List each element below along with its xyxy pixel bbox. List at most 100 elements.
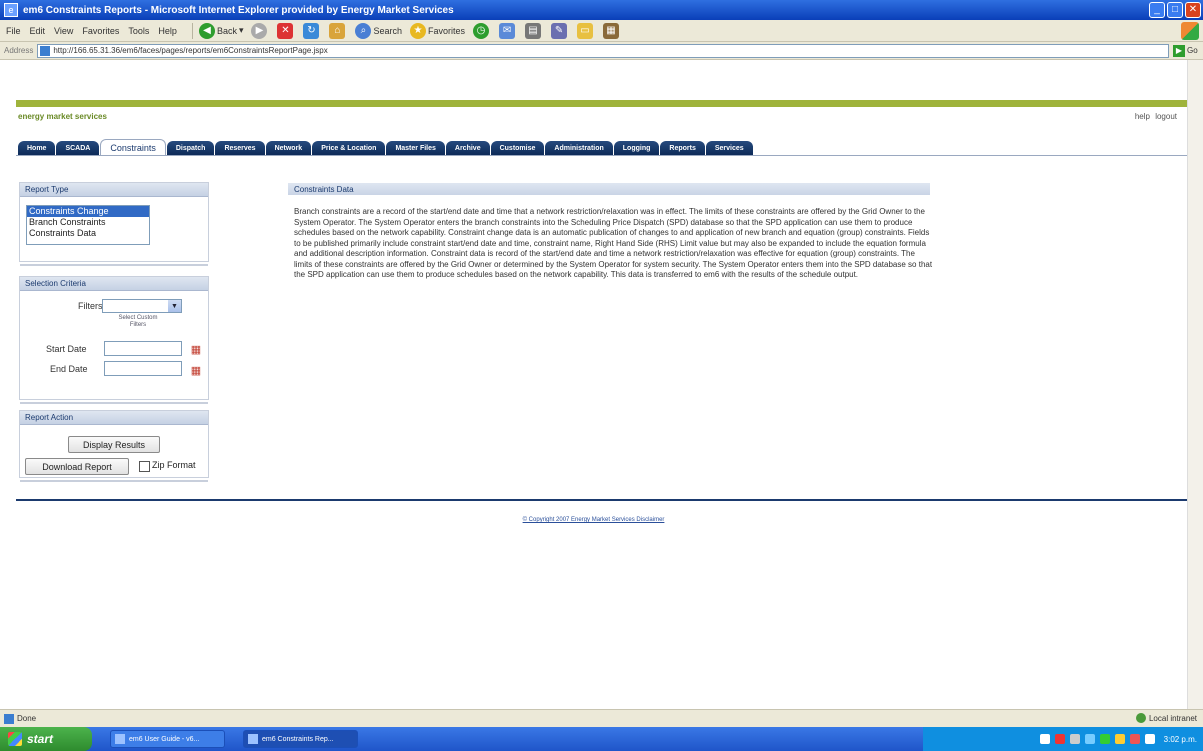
windows-flag-icon (8, 732, 22, 746)
zip-format-checkbox[interactable] (139, 461, 150, 472)
tab-network[interactable]: Network (265, 141, 312, 155)
mail-button[interactable]: ✉ (499, 22, 517, 39)
start-button[interactable]: start (0, 727, 92, 751)
tab-constraints[interactable]: Constraints (100, 139, 166, 155)
menu-view[interactable]: View (54, 26, 73, 36)
help-link[interactable]: help (1135, 112, 1150, 121)
report-option-constraints-change[interactable]: Constraints Change (27, 206, 149, 217)
display-results-button[interactable]: Display Results (68, 436, 160, 453)
filters-select[interactable]: ▼ (102, 299, 182, 313)
start-date-input[interactable] (104, 341, 182, 356)
ie-icon: e (4, 3, 18, 17)
tray-icon[interactable] (1069, 734, 1080, 744)
menu-tools[interactable]: Tools (128, 26, 149, 36)
download-report-button[interactable]: Download Report (25, 458, 129, 475)
report-option-constraints-data[interactable]: Constraints Data (27, 228, 149, 239)
tray-icon[interactable] (1129, 734, 1140, 744)
panel-footer (20, 402, 208, 404)
refresh-icon: ↻ (303, 22, 320, 39)
ie-window-icon (248, 734, 258, 744)
search-label: Search (373, 25, 403, 36)
end-date-input[interactable] (104, 361, 182, 376)
search-button[interactable]: ⌕ Search (355, 22, 403, 39)
report-action-header: Report Action (20, 411, 208, 425)
copyright-link[interactable]: © Copyright 2007 Energy Market Services … (0, 517, 1187, 523)
folder-icon: ▭ (577, 22, 594, 39)
close-button[interactable]: ✕ (1185, 2, 1201, 18)
report-type-list[interactable]: Constraints Change Branch Constraints Co… (26, 205, 150, 245)
menu-help[interactable]: Help (158, 26, 177, 36)
go-arrow-icon: ▶ (1173, 44, 1185, 57)
tab-dispatch[interactable]: Dispatch (166, 141, 215, 155)
home-button[interactable]: ⌂ (329, 22, 347, 39)
start-calendar-icon[interactable]: ▦ (190, 343, 202, 356)
discuss-icon: ▦ (603, 22, 620, 39)
discuss-button[interactable]: ▦ (603, 22, 621, 39)
page-viewport: energy market services help logout Home … (0, 60, 1203, 709)
stop-button[interactable]: ✕ (277, 22, 295, 39)
tab-price-location[interactable]: Price & Location (312, 141, 386, 155)
taskbar: start em6 User Guide - v6... em6 Constra… (0, 727, 1203, 751)
tab-logging[interactable]: Logging (613, 141, 660, 155)
tab-reserves[interactable]: Reserves (215, 141, 265, 155)
window-titlebar: e em6 Constraints Reports - Microsoft In… (0, 0, 1203, 20)
panel-footer (20, 264, 208, 266)
taskbar-clock: 3:02 p.m. (1163, 734, 1197, 744)
tray-icon[interactable] (1054, 734, 1065, 744)
folder-button[interactable]: ▭ (577, 22, 595, 39)
intranet-icon (1135, 713, 1146, 723)
system-tray: 3:02 p.m. (923, 727, 1203, 751)
taskbar-item-user-guide[interactable]: em6 User Guide - v6... (110, 730, 225, 748)
tab-archive[interactable]: Archive (445, 141, 490, 155)
menu-file[interactable]: File (6, 26, 21, 36)
tray-icon[interactable] (1039, 734, 1050, 744)
go-button[interactable]: ▶ Go (1173, 44, 1203, 58)
favorites-label: Favorites (428, 25, 466, 36)
speaker-icon[interactable] (1144, 734, 1155, 744)
edit-button[interactable]: ✎ (551, 22, 569, 39)
word-doc-icon (115, 734, 125, 744)
chevron-down-icon: ▼ (168, 300, 181, 312)
report-option-branch-constraints[interactable]: Branch Constraints (27, 217, 149, 228)
address-bar: Address http://166.65.31.36/em6/faces/pa… (0, 42, 1203, 60)
tab-master-files[interactable]: Master Files (386, 141, 445, 155)
favorites-button[interactable]: ★ Favorites (410, 22, 466, 39)
history-button[interactable]: ◷ (473, 22, 491, 39)
back-button[interactable]: ◀ Back ▾ (198, 22, 243, 39)
tray-icon[interactable] (1099, 734, 1110, 744)
refresh-button[interactable]: ↻ (303, 22, 321, 39)
menu-edit[interactable]: Edit (30, 26, 46, 36)
windows-logo-icon (1181, 22, 1199, 40)
tray-icon[interactable] (1114, 734, 1125, 744)
end-calendar-icon[interactable]: ▦ (190, 364, 202, 377)
address-field[interactable]: http://166.65.31.36/em6/faces/pages/repo… (37, 43, 1169, 58)
tray-icon[interactable] (1084, 734, 1095, 744)
tab-services[interactable]: Services (705, 141, 753, 155)
minimize-button[interactable]: _ (1149, 2, 1165, 18)
vertical-scrollbar[interactable] (1187, 60, 1203, 709)
tab-home[interactable]: Home (18, 141, 56, 155)
report-type-panel: Report Type Constraints Change Branch Co… (19, 182, 209, 266)
tab-administration[interactable]: Administration (545, 141, 613, 155)
select-custom-filters-link[interactable]: Select Custom Filters (118, 315, 158, 329)
status-text: Done (17, 714, 37, 723)
site-brand: energy market services (18, 112, 107, 121)
tab-scada[interactable]: SCADA (56, 141, 100, 155)
taskbar-item-constraints-report[interactable]: em6 Constraints Rep... (243, 730, 358, 748)
report-type-header: Report Type (20, 183, 208, 197)
mail-icon: ✉ (499, 22, 516, 39)
menu-favorites[interactable]: Favorites (82, 26, 119, 36)
tab-customise[interactable]: Customise (490, 141, 545, 155)
footer-divider (16, 499, 1187, 501)
status-bar: Done Local intranet (0, 709, 1203, 727)
forward-button[interactable]: ▶ (251, 22, 269, 39)
search-icon: ⌕ (355, 22, 372, 39)
edit-page-icon: ✎ (551, 22, 568, 39)
page-icon (40, 45, 51, 56)
maximize-button[interactable]: □ (1167, 2, 1183, 18)
tab-divider (16, 155, 1187, 156)
logout-link[interactable]: logout (1155, 112, 1177, 121)
content-header: Constraints Data (288, 183, 930, 195)
print-button[interactable]: ▤ (525, 22, 543, 39)
tab-reports[interactable]: Reports (660, 141, 705, 155)
